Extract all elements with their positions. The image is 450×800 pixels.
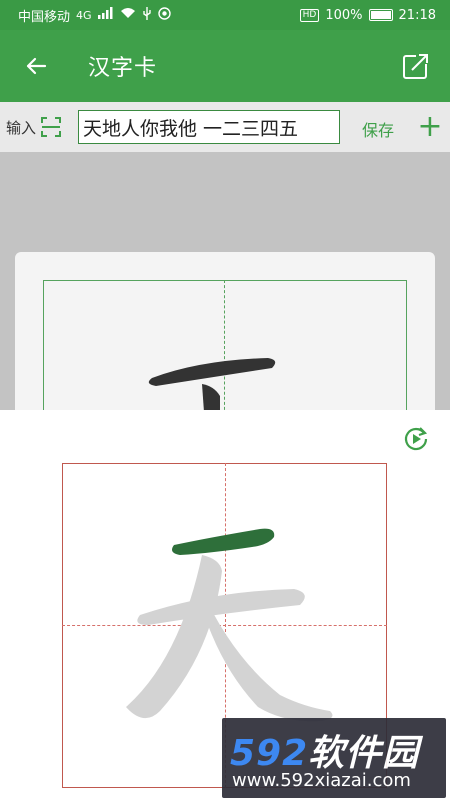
wifi-icon — [120, 7, 136, 23]
app-bar: 汉字卡 — [0, 30, 450, 102]
replay-icon — [404, 427, 428, 451]
status-right: HD 100% 21:18 — [299, 7, 436, 23]
save-button[interactable]: 保存 — [362, 117, 394, 141]
ghost-stroke-4 — [208, 611, 333, 722]
add-button[interactable]: + — [414, 110, 446, 144]
watermark: 592软件园 www.592xiazai.com — [222, 718, 446, 798]
page-title: 汉字卡 — [88, 56, 158, 81]
characters-input[interactable]: 天地人你我他 一二三四五 — [78, 110, 340, 144]
battery-percent: 100% — [325, 7, 363, 23]
ghost-stroke-2 — [137, 589, 305, 625]
replay-button[interactable] — [403, 426, 429, 452]
open-external-icon — [403, 52, 430, 79]
hd-badge: HD — [299, 8, 320, 22]
watermark-brand-num: 592 — [230, 733, 309, 774]
screen: 中国移动 4G HD 100% 21:18 汉字卡 输入 天地人你我他 一二三四… — [0, 0, 450, 800]
status-bar: 中国移动 4G HD 100% 21:18 — [0, 0, 450, 30]
clock: 21:18 — [398, 7, 436, 23]
battery-icon — [368, 9, 393, 21]
status-left: 中国移动 4G — [18, 6, 171, 25]
watermark-brand: 592软件园 — [230, 724, 419, 776]
watermark-url: www.592xiazai.com — [232, 770, 411, 791]
card-character-preview — [148, 358, 276, 412]
select-frame-icon[interactable] — [40, 116, 62, 138]
watermark-brand-text: 软件园 — [308, 733, 420, 774]
network-label: 4G — [76, 8, 92, 22]
ghost-stroke-3 — [126, 555, 222, 719]
signal-icon — [97, 7, 114, 23]
input-label: 输入 — [6, 118, 37, 137]
input-row: 输入 天地人你我他 一二三四五 保存 + — [0, 102, 450, 152]
open-external-button[interactable] — [402, 52, 430, 80]
usb-icon — [142, 6, 152, 24]
active-stroke-1 — [172, 528, 275, 555]
arrow-left-icon — [26, 57, 47, 75]
back-button[interactable] — [0, 30, 72, 102]
notification-icon — [157, 6, 171, 24]
carrier-label: 中国移动 — [18, 9, 71, 25]
